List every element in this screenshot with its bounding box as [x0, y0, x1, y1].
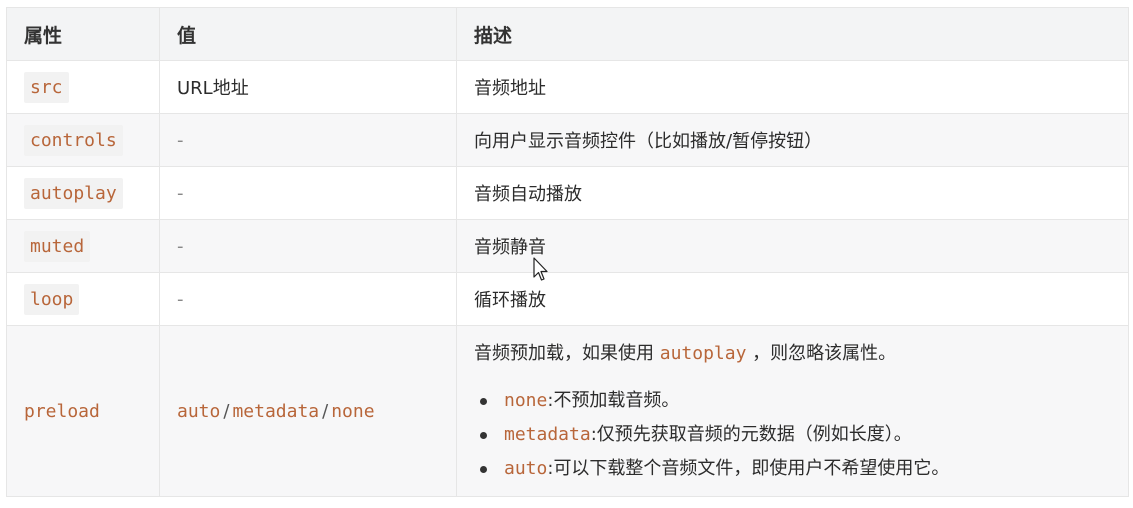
description-cell: 音频静音 [456, 219, 1129, 273]
value-dash: - [177, 288, 184, 310]
value-cell: - [159, 272, 457, 326]
inline-code: auto [504, 458, 548, 479]
attr-cell: muted [6, 219, 160, 273]
attributes-table-container: 属性 值 描述 src URL地址 音频地址 controls - 向用户显示音… [6, 7, 1129, 497]
inline-code: metadata [504, 424, 591, 445]
option-text: 不预加载音频。 [553, 390, 680, 411]
value-dash: - [177, 182, 184, 204]
value-dash: - [177, 235, 184, 257]
table-row-loop: loop - 循环播放 [6, 272, 1129, 326]
value-option-code: auto [177, 400, 221, 422]
value-dash: - [177, 129, 184, 151]
description-cell: 音频预加载，如果使用 autoplay ，则忽略该属性。 none:不预加载音频… [456, 325, 1129, 497]
description-text: 音频预加载，如果使用 [474, 343, 654, 364]
list-item: auto:可以下载整个音频文件，即使用户不希望使用它。 [480, 452, 1111, 486]
attr-cell: preload [6, 325, 160, 497]
attr-cell: src [6, 60, 160, 114]
description-cell: 音频地址 [456, 60, 1129, 114]
header-value: 值 [159, 7, 457, 61]
description-text: ，则忽略该属性。 [752, 343, 897, 364]
header-attribute: 属性 [6, 7, 160, 61]
attr-code: preload [24, 400, 100, 422]
inline-code: none [504, 390, 548, 411]
description-cell: 循环播放 [456, 272, 1129, 326]
header-description: 描述 [456, 7, 1129, 61]
value-separator: / [322, 400, 329, 422]
inline-code: autoplay [659, 343, 747, 364]
attr-code: src [24, 71, 69, 103]
value-option-code: metadata [232, 400, 320, 422]
attr-code: loop [24, 283, 80, 315]
value-option-code: none [331, 400, 375, 422]
attr-code: autoplay [24, 177, 123, 209]
attr-cell: loop [6, 272, 160, 326]
table-row-muted: muted - 音频静音 [6, 219, 1129, 273]
value-cell: auto / metadata / none [159, 325, 457, 497]
value-cell: - [159, 166, 457, 220]
option-text: 仅预先获取音频的元数据（例如长度）。 [596, 424, 912, 445]
preload-description: 音频预加载，如果使用 autoplay ，则忽略该属性。 [474, 338, 1111, 370]
preload-options-list: none:不预加载音频。 metadata:仅预先获取音频的元数据（例如长度）。… [474, 384, 1111, 486]
description-cell: 向用户显示音频控件（比如播放/暂停按钮） [456, 113, 1129, 167]
table-row-autoplay: autoplay - 音频自动播放 [6, 166, 1129, 220]
value-cell: - [159, 113, 457, 167]
attr-code: controls [24, 124, 123, 156]
table-row-src: src URL地址 音频地址 [6, 60, 1129, 114]
attr-cell: controls [6, 113, 160, 167]
mouse-cursor-icon [533, 257, 548, 281]
attr-code: muted [24, 230, 91, 262]
audio-attributes-table: 属性 值 描述 src URL地址 音频地址 controls - 向用户显示音… [6, 7, 1129, 497]
value-cell: - [159, 219, 457, 273]
table-row-preload: preload auto / metadata / none 音频预加载，如果使用 au… [6, 325, 1129, 497]
option-text: 可以下载整个音频文件，即使用户不希望使用它。 [553, 458, 950, 479]
value-cell: URL地址 [159, 60, 457, 114]
list-item: none:不预加载音频。 [480, 384, 1111, 418]
attr-cell: autoplay [6, 166, 160, 220]
table-row-controls: controls - 向用户显示音频控件（比如播放/暂停按钮） [6, 113, 1129, 167]
list-item: metadata:仅预先获取音频的元数据（例如长度）。 [480, 418, 1111, 452]
description-cell: 音频自动播放 [456, 166, 1129, 220]
value-separator: / [223, 400, 230, 422]
table-header-row: 属性 值 描述 [6, 7, 1129, 61]
